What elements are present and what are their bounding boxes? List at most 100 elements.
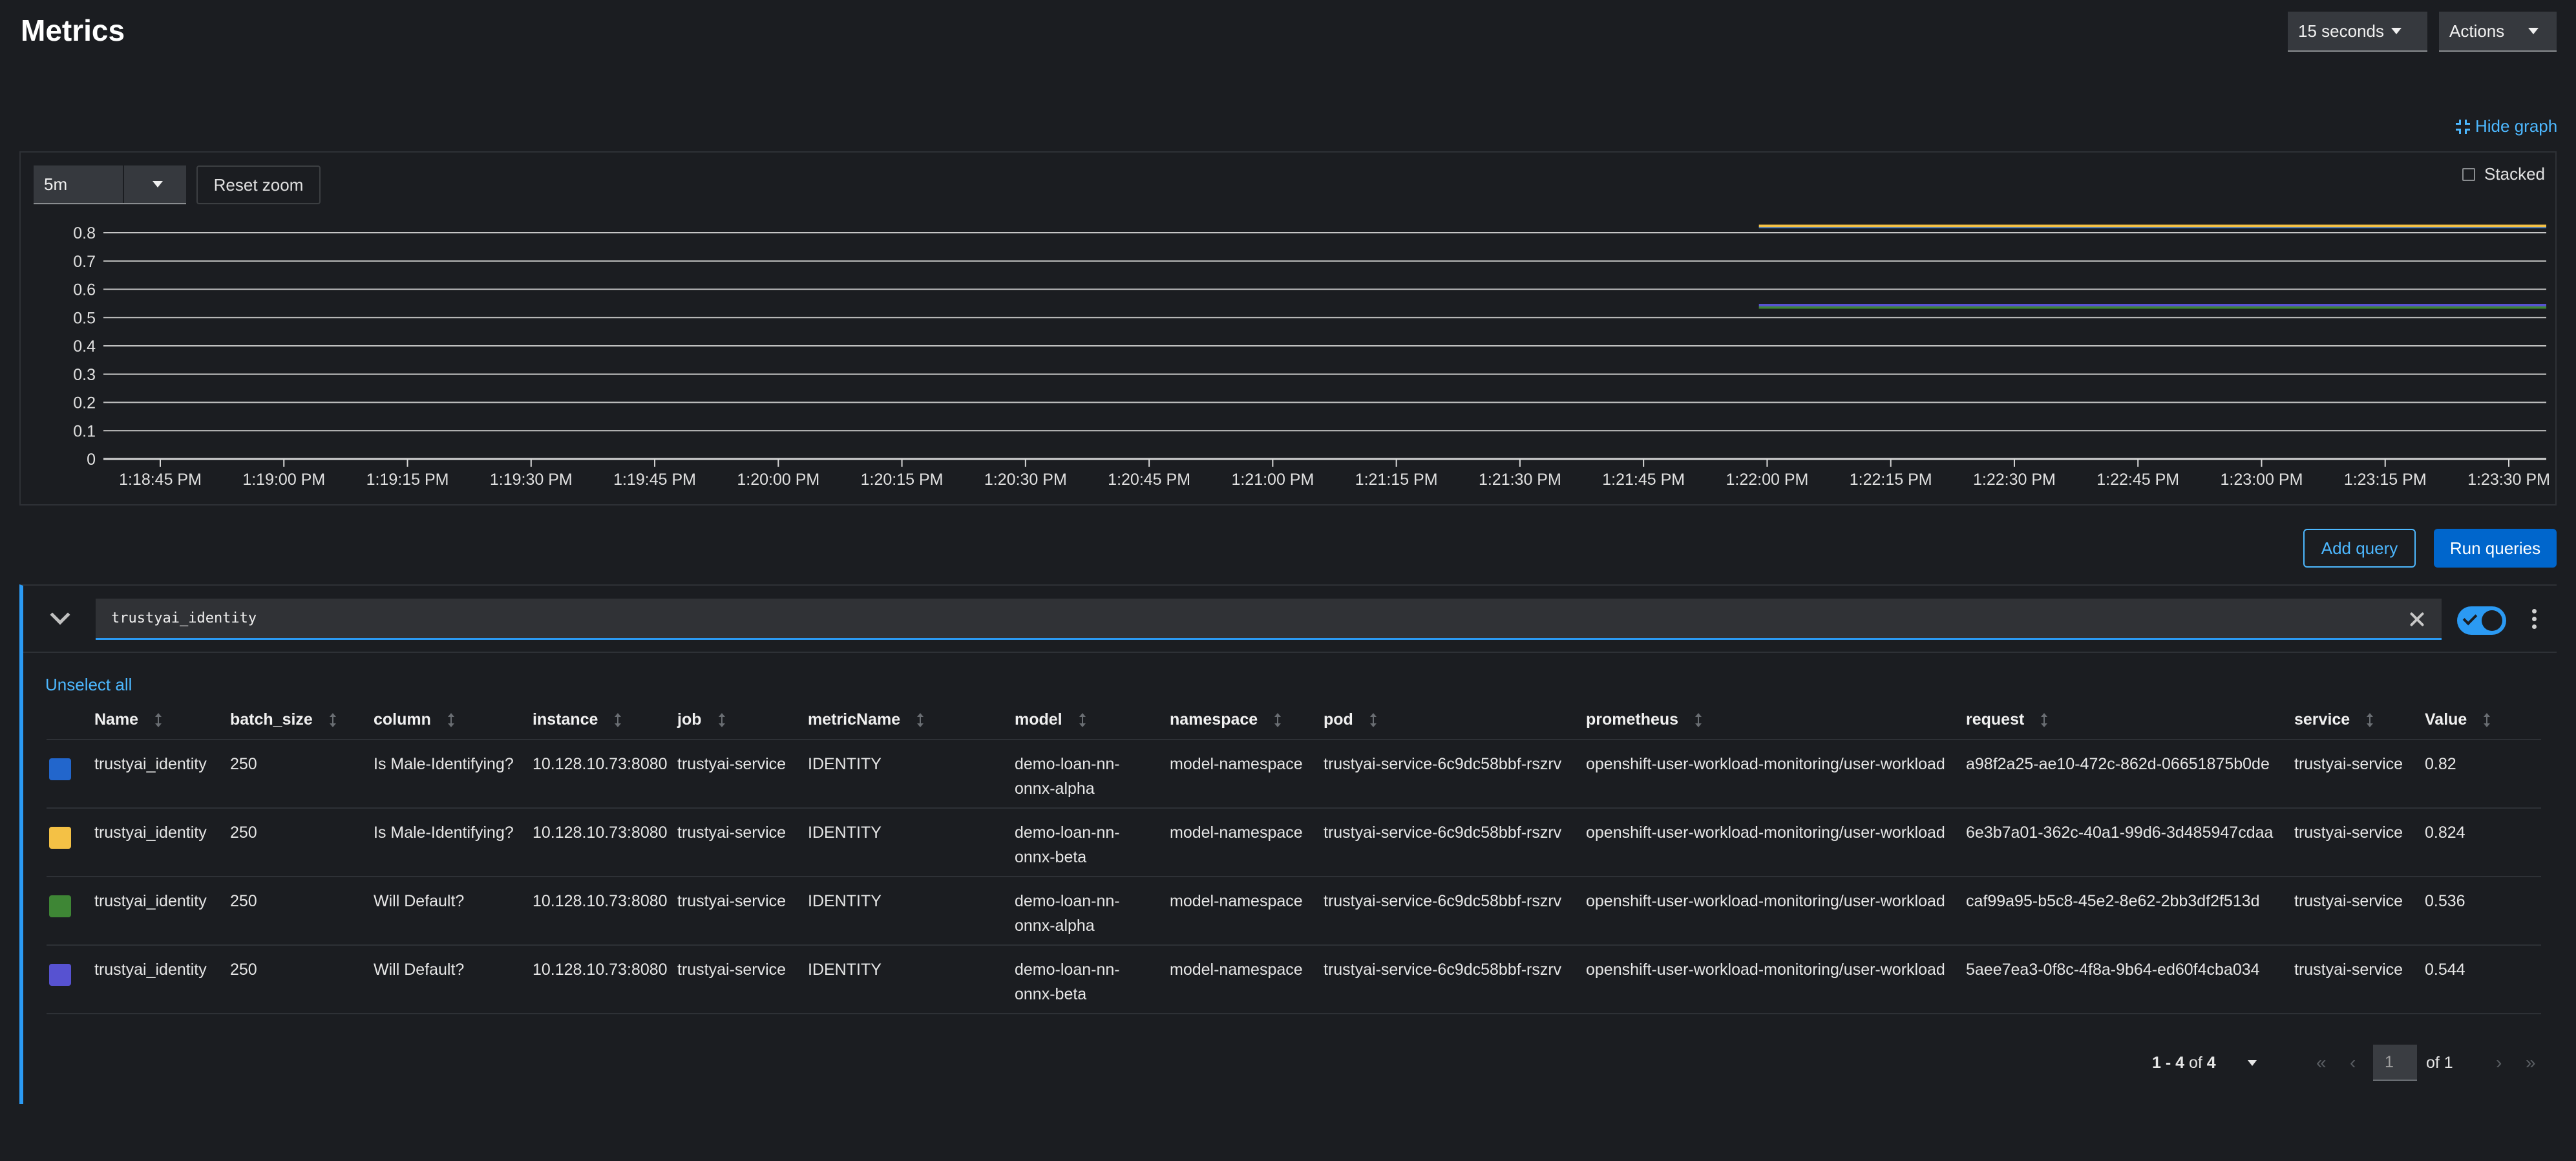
caret-down-icon [153, 181, 163, 187]
x-tick-label: 1:22:00 PM [1726, 471, 1808, 489]
actions-dropdown[interactable]: Actions [2439, 12, 2557, 52]
column-header[interactable]: model [1015, 701, 1170, 740]
stacked-label: Stacked [2484, 164, 2545, 184]
check-icon [2462, 610, 2478, 626]
series-color-swatch[interactable] [49, 895, 71, 917]
reset-zoom-button[interactable]: Reset zoom [196, 165, 321, 204]
chevron-down-icon[interactable] [50, 604, 70, 625]
sort-icon[interactable] [1695, 713, 1702, 728]
x-tick-label: 1:19:30 PM [490, 471, 573, 489]
column-header[interactable]: batch_size [230, 701, 374, 740]
hide-graph-button[interactable]: Hide graph [2456, 116, 2557, 136]
table-cell: IDENTITY [808, 808, 1015, 877]
caret-down-icon [2528, 28, 2539, 34]
kebab-menu-icon[interactable] [2531, 609, 2537, 632]
series-color-swatch[interactable] [49, 827, 71, 849]
table-cell: model-namespace [1170, 740, 1324, 809]
pagination-count[interactable]: 1 - 4 of 4 [2152, 1054, 2216, 1072]
table-cell: trustyai-service [677, 808, 808, 877]
table-cell: 10.128.10.73:8080 [533, 740, 677, 809]
caret-down-icon[interactable] [2248, 1060, 2257, 1066]
query-enabled-toggle[interactable] [2457, 606, 2506, 635]
y-tick-label: 0.8 [73, 224, 96, 242]
series-color-swatch[interactable] [49, 964, 71, 986]
sort-icon[interactable] [2041, 713, 2048, 728]
previous-page-icon[interactable]: ‹ [2350, 1052, 2356, 1073]
query-header: trustyai_identity [23, 586, 2557, 653]
y-tick-label: 0.1 [73, 422, 96, 440]
column-header[interactable]: service [2294, 701, 2425, 740]
column-header[interactable]: namespace [1170, 701, 1324, 740]
table-cell: trustyai-service [2294, 740, 2425, 809]
column-header[interactable]: column [374, 701, 533, 740]
table-cell: trustyai_identity [94, 740, 230, 809]
compress-icon [2456, 119, 2470, 134]
table-cell: trustyai-service-6c9dc58bbf-rszrv [1324, 877, 1586, 946]
column-header[interactable]: Name [94, 701, 230, 740]
table-cell: 10.128.10.73:8080 [533, 877, 677, 946]
x-tick-label: 1:20:45 PM [1108, 471, 1190, 489]
column-header[interactable]: metricName [808, 701, 1015, 740]
unselect-all-link[interactable]: Unselect all [45, 675, 132, 695]
add-query-button[interactable]: Add query [2303, 529, 2416, 568]
last-page-icon[interactable]: » [2526, 1052, 2536, 1073]
pagination-range: 1 - 4 [2152, 1054, 2185, 1072]
table-cell: trustyai_identity [94, 945, 230, 1014]
sort-icon[interactable] [1274, 713, 1282, 728]
refresh-interval-value: 15 seconds [2298, 21, 2384, 41]
table-cell: trustyai-service [2294, 945, 2425, 1014]
column-header[interactable]: instance [533, 701, 677, 740]
sort-icon[interactable] [1369, 713, 1377, 728]
x-tick-label: 1:21:00 PM [1231, 471, 1314, 489]
table-cell: Will Default? [374, 945, 533, 1014]
sort-icon[interactable] [615, 713, 622, 728]
sort-icon[interactable] [447, 713, 454, 728]
caret-down-icon [2391, 28, 2402, 34]
column-header[interactable]: Value [2425, 701, 2541, 740]
query-expression-text: trustyai_identity [111, 610, 257, 626]
time-range-dropdown[interactable]: 5m [34, 165, 186, 204]
sort-icon[interactable] [718, 713, 725, 728]
x-tick-label: 1:21:15 PM [1355, 471, 1438, 489]
metrics-chart[interactable]: 0 0.1 0.2 0.3 0.4 0.5 0.6 0.7 0.8 1:18:45 PM 1:19:… [21, 153, 2555, 504]
x-tick-label: 1:19:15 PM [366, 471, 449, 489]
sort-icon[interactable] [329, 713, 336, 728]
close-icon[interactable] [2408, 610, 2426, 628]
sort-icon[interactable] [1079, 713, 1086, 728]
query-expression-input[interactable]: trustyai_identity [96, 599, 2442, 640]
next-page-icon[interactable]: › [2496, 1052, 2502, 1073]
first-page-icon[interactable]: « [2316, 1052, 2327, 1073]
y-tick-label: 0.7 [73, 253, 96, 271]
sort-icon[interactable] [2367, 713, 2374, 728]
x-tick-label: 1:22:15 PM [1850, 471, 1932, 489]
run-queries-button[interactable]: Run queries [2434, 529, 2557, 568]
column-header[interactable]: prometheus [1586, 701, 1966, 740]
sort-icon[interactable] [2484, 713, 2491, 728]
pagination: 1 - 4 of 4 « ‹ 1 of 1 › » [23, 1042, 2557, 1081]
column-header[interactable]: job [677, 701, 808, 740]
sort-icon[interactable] [917, 713, 924, 728]
table-cell: 250 [230, 740, 374, 809]
table-cell: demo-loan-nn-onnx-beta [1015, 808, 1170, 877]
stacked-checkbox[interactable] [2462, 167, 2476, 181]
table-cell: a98f2a25-ae10-472c-862d-06651875b0de [1966, 740, 2294, 809]
table-cell: model-namespace [1170, 945, 1324, 1014]
y-tick-label: 0 [87, 451, 96, 469]
refresh-interval-dropdown[interactable]: 15 seconds [2288, 12, 2427, 52]
table-cell: trustyai-service [677, 945, 808, 1014]
page-number-input[interactable]: 1 [2373, 1045, 2417, 1081]
time-range-value: 5m [44, 174, 68, 194]
series-color-swatch[interactable] [49, 758, 71, 780]
x-tick-label: 1:20:15 PM [861, 471, 944, 489]
select-column-header [47, 701, 94, 740]
sort-icon[interactable] [155, 713, 162, 728]
table-cell: trustyai-service [677, 877, 808, 946]
table-cell: demo-loan-nn-onnx-alpha [1015, 740, 1170, 809]
table-cell: 250 [230, 808, 374, 877]
metrics-table: Name batch_size column instance job metricNam… [47, 701, 2541, 1014]
total-pages-label: of 1 [2426, 1054, 2453, 1072]
table-cell: openshift-user-workload-monitoring/user-… [1586, 877, 1966, 946]
stacked-toggle[interactable]: Stacked [2462, 164, 2545, 184]
column-header[interactable]: request [1966, 701, 2294, 740]
column-header[interactable]: pod [1324, 701, 1586, 740]
